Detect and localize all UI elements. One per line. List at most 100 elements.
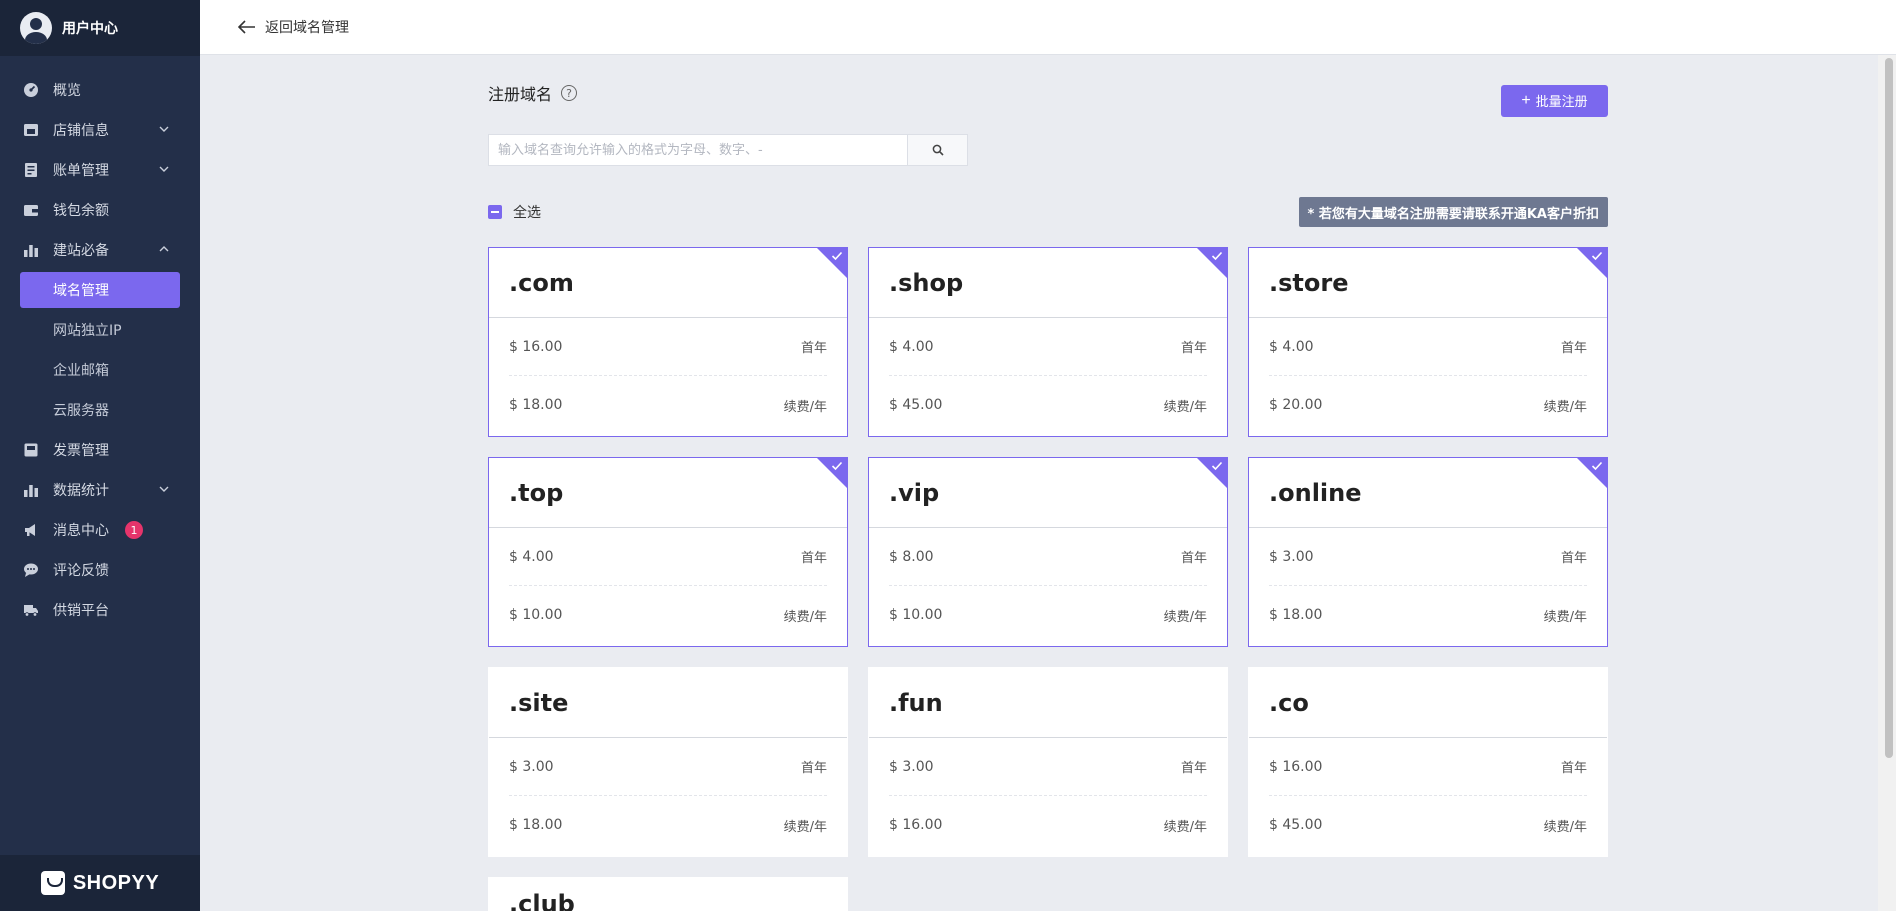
first-year-price: $ 4.00 xyxy=(889,338,934,355)
wallet-icon xyxy=(22,201,40,219)
sidebar-item-feedback[interactable]: 评论反馈 xyxy=(0,550,200,590)
domain-tld: .top xyxy=(489,458,847,528)
sidebar-item-statistics[interactable]: 数据统计 xyxy=(0,470,200,510)
brand-logo-text: SHOPYY xyxy=(72,871,160,894)
renewal-row: $ 45.00 续费/年 xyxy=(889,376,1207,434)
sidebar-item-label: 数据统计 xyxy=(53,483,109,499)
domain-card[interactable]: .store $ 4.00 首年 $ 20.00 续费/年 xyxy=(1248,247,1608,437)
select-row: 全选 * 若您有大量域名注册需要请联系开通KA客户折扣 xyxy=(488,197,1608,227)
select-all-checkbox[interactable]: 全选 xyxy=(488,202,541,222)
sidebar-subitem-domain-management[interactable]: 域名管理 xyxy=(20,272,180,308)
sidebar-item-supply-platform[interactable]: 供销平台 xyxy=(0,590,200,630)
batch-register-button[interactable]: + 批量注册 xyxy=(1501,84,1608,117)
first-year-label: 首年 xyxy=(1560,341,1587,356)
first-year-row: $ 3.00 首年 xyxy=(509,738,827,796)
first-year-row: $ 8.00 首年 xyxy=(889,528,1207,586)
sidebar-subitem-enterprise-mail[interactable]: 企业邮箱 xyxy=(0,350,200,390)
back-to-domain-management-link[interactable]: 返回域名管理 xyxy=(238,17,349,37)
title-row: 注册域名 ? + 批量注册 xyxy=(488,55,1608,131)
sidebar-item-billing[interactable]: 账单管理 xyxy=(0,150,200,190)
renewal-price: $ 10.00 xyxy=(889,607,943,623)
store-icon xyxy=(22,121,40,139)
first-year-price: $ 3.00 xyxy=(889,758,934,775)
renewal-label: 续费/年 xyxy=(783,819,827,835)
renewal-price: $ 10.00 xyxy=(509,607,563,623)
domain-tld: .store xyxy=(1249,248,1607,318)
search-icon xyxy=(932,144,944,156)
first-year-label: 首年 xyxy=(1180,341,1207,356)
domain-card[interactable]: .top $ 4.00 首年 $ 10.00 续费/年 xyxy=(488,457,848,647)
renewal-price: $ 45.00 xyxy=(889,397,943,413)
domain-grid: .com $ 16.00 首年 $ 18.00 续费/年 .shop $ 4.0… xyxy=(488,247,1608,911)
renewal-price: $ 16.00 xyxy=(889,817,943,833)
chevron-down-icon xyxy=(159,166,169,172)
domain-search-input[interactable] xyxy=(488,134,907,166)
renewal-row: $ 10.00 续费/年 xyxy=(889,586,1207,644)
domain-tld: .com xyxy=(489,248,847,318)
domain-card[interactable]: .vip $ 8.00 首年 $ 10.00 续费/年 xyxy=(868,457,1228,647)
sidebar-item-wallet[interactable]: 钱包余额 xyxy=(0,190,200,230)
sidebar-subitem-label: 域名管理 xyxy=(53,283,109,299)
bill-icon xyxy=(22,161,40,179)
domain-tld: .fun xyxy=(869,668,1227,738)
sidebar-item-site-essentials[interactable]: 建站必备 xyxy=(0,230,200,270)
sidebar-item-label: 建站必备 xyxy=(53,243,109,259)
first-year-row: $ 16.00 首年 xyxy=(1269,738,1587,796)
sidebar-item-overview[interactable]: 概览 xyxy=(0,70,200,110)
sidebar-subitem-cloud-server[interactable]: 云服务器 xyxy=(0,390,200,430)
batch-register-label: 批量注册 xyxy=(1535,94,1588,109)
arrow-left-icon xyxy=(238,20,255,34)
sidebar-nav: 概览 店铺信息 账单管理 钱包余额 建站必备 域名管理 网站独立IP 企业邮箱 … xyxy=(0,56,200,630)
first-year-price: $ 3.00 xyxy=(1269,548,1314,565)
first-year-row: $ 4.00 首年 xyxy=(889,318,1207,376)
renewal-row: $ 18.00 续费/年 xyxy=(509,376,827,434)
check-icon xyxy=(831,251,843,261)
domain-card[interactable]: .com $ 16.00 首年 $ 18.00 续费/年 xyxy=(488,247,848,437)
shopping-bag-logo-icon xyxy=(40,871,65,895)
chevron-down-icon xyxy=(159,126,169,132)
first-year-row: $ 16.00 首年 xyxy=(509,318,827,376)
first-year-label: 首年 xyxy=(1180,551,1207,566)
domain-tld: .site xyxy=(489,668,847,738)
sidebar-subitem-label: 云服务器 xyxy=(53,403,109,419)
first-year-label: 首年 xyxy=(800,341,827,356)
invoice-icon xyxy=(22,441,40,459)
domain-card[interactable]: .site $ 3.00 首年 $ 18.00 续费/年 xyxy=(488,667,848,857)
first-year-label: 首年 xyxy=(1560,551,1587,566)
domain-card[interactable]: .fun $ 3.00 首年 $ 16.00 续费/年 xyxy=(868,667,1228,857)
scrollbar-thumb[interactable] xyxy=(1885,58,1893,758)
check-icon xyxy=(1211,251,1223,261)
bar-chart-icon xyxy=(22,241,40,259)
domain-tld: .vip xyxy=(869,458,1227,528)
search-button[interactable] xyxy=(907,134,968,166)
indeterminate-checkbox-icon xyxy=(488,205,502,219)
truck-icon xyxy=(22,601,40,619)
user-center-header[interactable]: 用户中心 xyxy=(0,0,200,56)
top-bar: 返回域名管理 xyxy=(200,0,1896,55)
renewal-label: 续费/年 xyxy=(1543,609,1587,625)
domain-card-partial[interactable]: .club xyxy=(488,877,848,911)
first-year-price: $ 4.00 xyxy=(1269,338,1314,355)
first-year-price: $ 4.00 xyxy=(509,548,554,565)
sidebar-item-store-info[interactable]: 店铺信息 xyxy=(0,110,200,150)
renewal-price: $ 18.00 xyxy=(509,397,563,413)
sidebar-item-label: 发票管理 xyxy=(53,443,109,459)
renewal-row: $ 45.00 续费/年 xyxy=(1269,796,1587,854)
check-icon xyxy=(1211,461,1223,471)
domain-search xyxy=(488,134,1608,166)
renewal-label: 续费/年 xyxy=(1163,819,1207,835)
renewal-row: $ 18.00 续费/年 xyxy=(509,796,827,854)
first-year-label: 首年 xyxy=(800,761,827,776)
domain-card[interactable]: .co $ 16.00 首年 $ 45.00 续费/年 xyxy=(1248,667,1608,857)
sidebar-item-messages[interactable]: 消息中心 1 xyxy=(0,510,200,550)
help-icon[interactable]: ? xyxy=(561,85,578,101)
domain-card[interactable]: .shop $ 4.00 首年 $ 45.00 续费/年 xyxy=(868,247,1228,437)
select-all-label: 全选 xyxy=(513,205,541,221)
avatar xyxy=(20,12,52,44)
sidebar-item-invoice[interactable]: 发票管理 xyxy=(0,430,200,470)
page-scrollbar[interactable] xyxy=(1878,55,1896,911)
sidebar-subitem-dedicated-ip[interactable]: 网站独立IP xyxy=(0,310,200,350)
page-title-text: 注册域名 xyxy=(488,85,553,104)
ka-discount-notice: * 若您有大量域名注册需要请联系开通KA客户折扣 xyxy=(1298,197,1608,227)
domain-card[interactable]: .online $ 3.00 首年 $ 18.00 续费/年 xyxy=(1248,457,1608,647)
